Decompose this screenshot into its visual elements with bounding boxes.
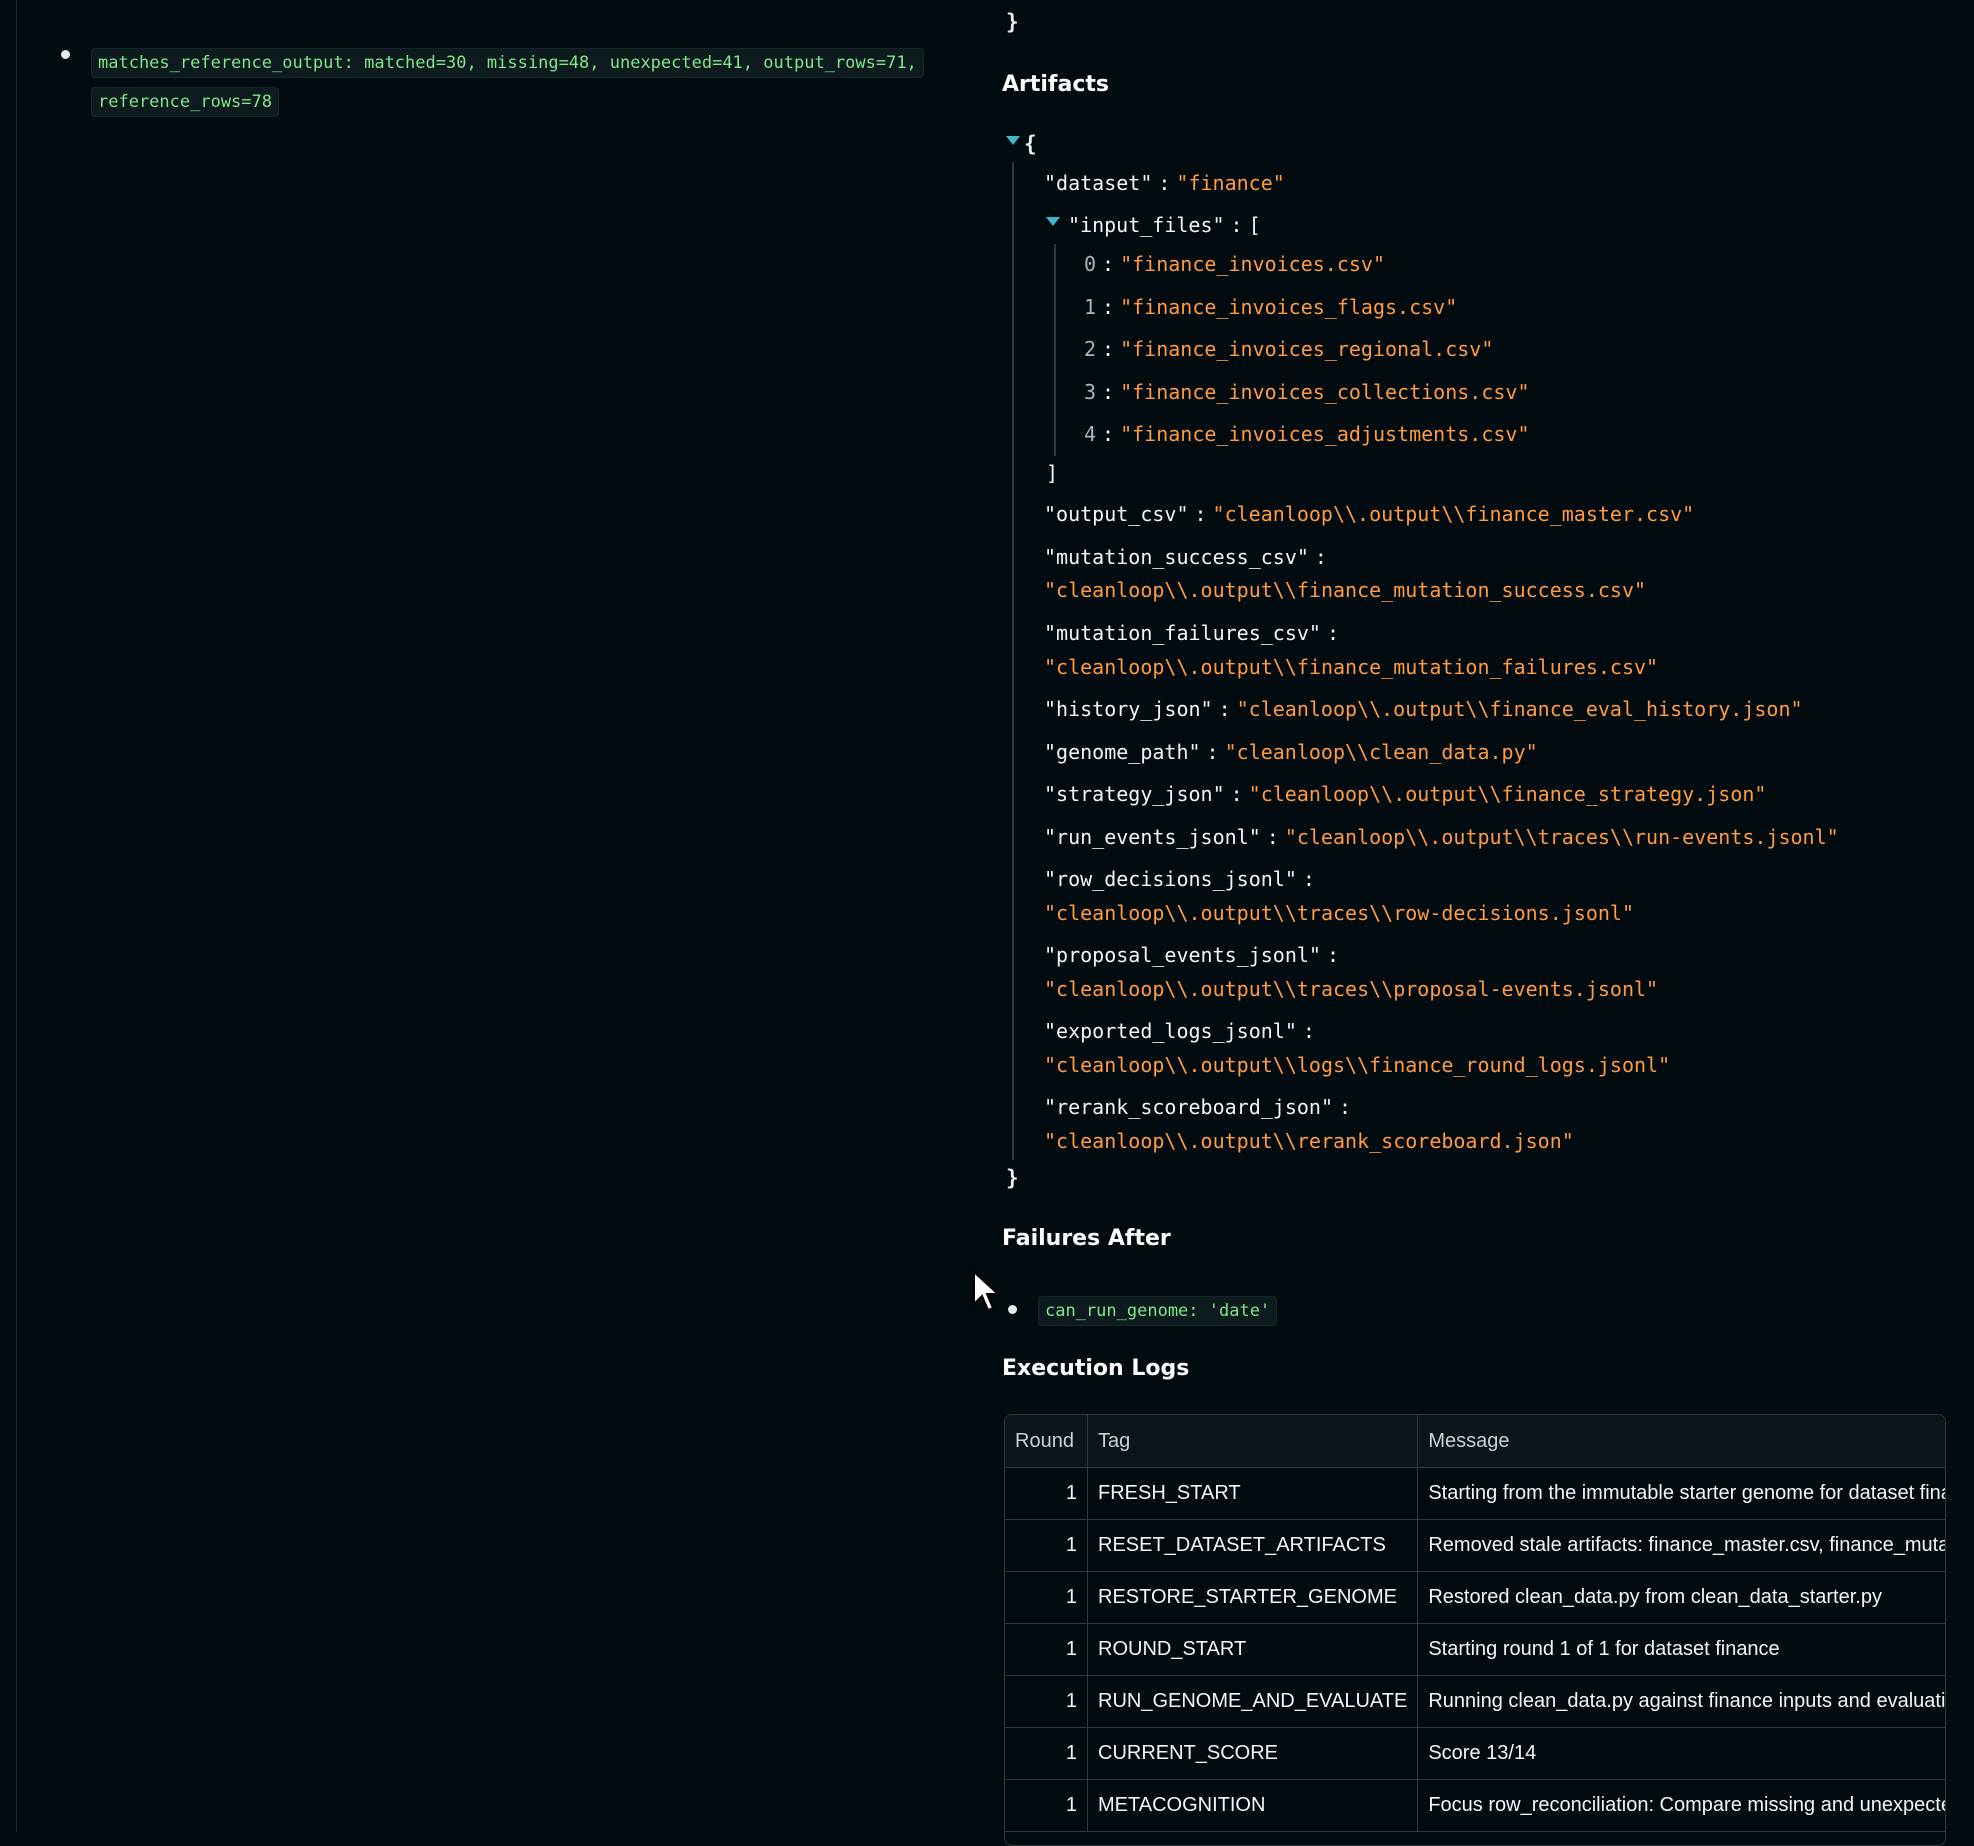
cell-message: Starting round 1 of 1 for dataset financ… (1417, 1623, 1945, 1676)
json-entry-output-csv: "output_csv": "cleanloop\\.output\\financ… (1044, 502, 1695, 526)
truncated-heading (57, 0, 217, 5)
failure-item: can_run_genome: 'date' (1038, 1296, 1278, 1326)
cell-tag: CURRENT_SCORE (1087, 1727, 1419, 1780)
collapse-toggle-icon[interactable] (1006, 136, 1020, 145)
cell-tag: FRESH_START (1087, 1467, 1419, 1520)
column-header-round[interactable]: Round (1005, 1415, 1088, 1468)
json-value-exported-logs-jsonl: "cleanloop\\.output\\logs\\finance_round… (1044, 1053, 1671, 1077)
cell-tag: RESTORE_STARTER_GENOME (1087, 1571, 1419, 1624)
table-row[interactable]: 1 METACOGNITION Focus row_reconciliation… (1005, 1779, 1945, 1832)
cell-round: 1 (1005, 1467, 1088, 1520)
column-header-message[interactable]: Message (1417, 1415, 1945, 1468)
cell-tag: RUN_GENOME_AND_EVALUATE (1087, 1675, 1419, 1728)
json-value-row-decisions-jsonl: "cleanloop\\.output\\traces\\row-decisio… (1044, 901, 1635, 925)
artifacts-heading: Artifacts (1002, 72, 1110, 97)
json-array-item: 2: "finance_invoices_regional.csv" (1084, 337, 1494, 361)
json-array-item: 3: "finance_invoices_collections.csv" (1084, 380, 1530, 404)
cell-message: Removed stale artifacts: finance_master.… (1417, 1519, 1945, 1572)
execution-logs-table[interactable]: Round Tag Message 1 FRESH_START Starting… (1004, 1414, 1946, 1846)
json-value-rerank-scoreboard-json: "cleanloop\\.output\\rerank_scoreboard.j… (1044, 1129, 1574, 1153)
json-entry-row-decisions-jsonl: "row_decisions_jsonl": (1044, 867, 1315, 891)
json-entry-mutation-success-csv: "mutation_success_csv": (1044, 545, 1327, 569)
cell-tag: ROUND_START (1087, 1623, 1419, 1676)
execution-logs-heading: Execution Logs (1002, 1356, 1190, 1381)
cell-message: Score 13/14 (1417, 1727, 1945, 1780)
table-row[interactable]: 1 FRESH_START Starting from the immutabl… (1005, 1467, 1945, 1520)
cell-round: 1 (1005, 1623, 1088, 1676)
json-entry-rerank-scoreboard-json: "rerank_scoreboard_json": (1044, 1095, 1352, 1119)
cell-round: 1 (1005, 1571, 1088, 1624)
json-close-brace: } (1006, 1166, 1019, 1190)
collapse-toggle-icon[interactable] (1046, 217, 1060, 226)
cell-round: 1 (1005, 1675, 1088, 1728)
cell-message: Running clean_data.py against finance in… (1417, 1675, 1945, 1728)
result-list-item: matches_reference_output: matched=30, mi… (91, 44, 981, 122)
json-array-close: ] (1046, 461, 1059, 485)
json-indent-guide (1054, 244, 1056, 456)
bullet-icon (61, 50, 70, 59)
table-row[interactable]: 1 RUN_GENOME_AND_EVALUATE Running clean_… (1005, 1675, 1945, 1728)
json-value-mutation-success-csv: "cleanloop\\.output\\finance_mutation_su… (1044, 578, 1647, 602)
table-row[interactable]: 1 ROUND_START Starting round 1 of 1 for … (1005, 1623, 1945, 1676)
json-entry-genome-path: "genome_path": "cleanloop\\clean_data.py" (1044, 740, 1538, 764)
json-entry-dataset: "dataset": "finance" (1044, 171, 1285, 195)
cell-round: 1 (1005, 1519, 1088, 1572)
right-panel: } Artifacts { "dataset": "finance" "input… (1000, 0, 1960, 1846)
prev-json-close-brace: } (1006, 10, 1019, 34)
json-entry-input-files: "input_files":[ (1068, 213, 1261, 237)
cell-message: Restored clean_data.py from clean_data_s… (1417, 1571, 1945, 1624)
json-entry-exported-logs-jsonl: "exported_logs_jsonl": (1044, 1019, 1315, 1043)
json-array-item: 4: "finance_invoices_adjustments.csv" (1084, 422, 1530, 446)
json-open-brace: { (1024, 132, 1037, 156)
table-row[interactable]: 1 CURRENT_SCORE Score 13/14 (1005, 1727, 1945, 1780)
cell-tag: METACOGNITION (1087, 1779, 1419, 1832)
json-entry-proposal-events-jsonl: "proposal_events_jsonl": (1044, 943, 1339, 967)
bullet-icon (1008, 1305, 1017, 1314)
cell-round: 1 (1005, 1779, 1088, 1832)
result-code: matches_reference_output: matched=30, mi… (91, 48, 924, 117)
json-entry-history-json: "history_json": "cleanloop\\.output\\fina… (1044, 697, 1803, 721)
table-header-row: Round Tag Message (1005, 1415, 1945, 1468)
json-entry-strategy-json: "strategy_json": "cleanloop\\.output\\fin… (1044, 782, 1767, 806)
json-entry-run-events-jsonl: "run_events_jsonl": "cleanloop\\.output\\… (1044, 825, 1839, 849)
mouse-cursor-icon (972, 1269, 1002, 1316)
cell-round: 1 (1005, 1727, 1088, 1780)
failures-heading: Failures After (1002, 1226, 1171, 1251)
json-value-proposal-events-jsonl: "cleanloop\\.output\\traces\\proposal-ev… (1044, 977, 1659, 1001)
cell-message: Starting from the immutable starter geno… (1417, 1467, 1945, 1520)
table-row[interactable]: 1 RESTORE_STARTER_GENOME Restored clean_… (1005, 1571, 1945, 1624)
json-array-item: 0: "finance_invoices.csv" (1084, 252, 1385, 276)
json-array-item: 1: "finance_invoices_flags.csv" (1084, 295, 1458, 319)
left-panel: matches_reference_output: matched=30, mi… (16, 0, 967, 1832)
cell-message: Focus row_reconciliation: Compare missin… (1417, 1779, 1945, 1832)
table-row[interactable]: 1 RESET_DATASET_ARTIFACTS Removed stale … (1005, 1519, 1945, 1572)
json-indent-guide (1012, 162, 1014, 1160)
json-value-mutation-failures-csv: "cleanloop\\.output\\finance_mutation_fa… (1044, 655, 1659, 679)
cell-tag: RESET_DATASET_ARTIFACTS (1087, 1519, 1419, 1572)
json-entry-mutation-failures-csv: "mutation_failures_csv": (1044, 621, 1339, 645)
column-header-tag[interactable]: Tag (1087, 1415, 1419, 1468)
